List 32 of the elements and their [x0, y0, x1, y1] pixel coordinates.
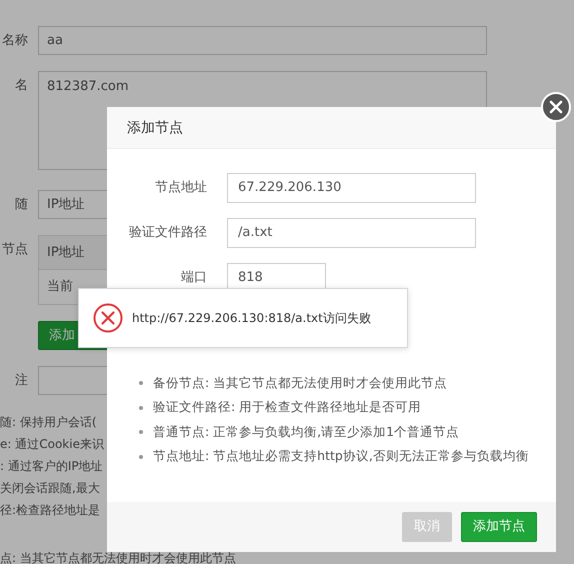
field-label: 名 — [14, 77, 29, 95]
close-icon[interactable] — [541, 92, 571, 122]
input-field[interactable]: 67.229.206.130 — [227, 173, 476, 203]
bullet-icon — [139, 454, 143, 459]
help-text: 关闭会话跟随,最大 — [0, 481, 100, 495]
field-label: 端口 — [180, 269, 207, 288]
bullet-icon — [139, 430, 143, 434]
note-text: 验证文件路径: 用于检查文件路径地址是否可用 — [153, 398, 422, 416]
input-field[interactable]: /a.txt — [227, 218, 476, 248]
note-text: 普通节点: 正常参与负载均衡,请至少添加1个普通节点 — [153, 422, 460, 441]
field-label: 节点 — [1, 241, 29, 259]
add-node-button[interactable]: 添加节点 — [461, 512, 537, 542]
help-text: : 通过客户的IP地址 — [0, 459, 103, 473]
bullet-icon — [139, 406, 143, 410]
help-text: 点: 当其它节点都无法使用时才会使用此节点 — [0, 551, 236, 564]
note-text: 备份节点: 当其它节点都无法使用时才会使用此节点 — [153, 374, 448, 392]
field-label: 随 — [14, 196, 29, 214]
error-icon — [93, 303, 123, 333]
error-message: http://67.229.206.130:818/a.txt访问失败 — [132, 310, 371, 327]
input-field[interactable]: aa — [38, 26, 487, 55]
note-text: 节点地址: 节点地址必需支持http协议,否则无法正常参与负载均衡 — [153, 447, 529, 466]
dialog-title: 添加节点 — [107, 107, 556, 149]
bullet-icon — [139, 381, 143, 386]
field-label: 注 — [14, 372, 29, 390]
field-label: 验证文件路径 — [128, 224, 207, 242]
table-cell-text: 当前 — [46, 278, 74, 296]
field-label: 节点地址 — [154, 179, 207, 198]
help-text: 随: 保持用户会话( — [0, 415, 97, 429]
help-text: 径:检查路径地址是 — [0, 503, 100, 517]
field-label: 名称 — [1, 32, 29, 50]
help-text: e: 通过Cookie来识 — [0, 437, 104, 451]
table-header: IP地址 — [39, 236, 107, 270]
